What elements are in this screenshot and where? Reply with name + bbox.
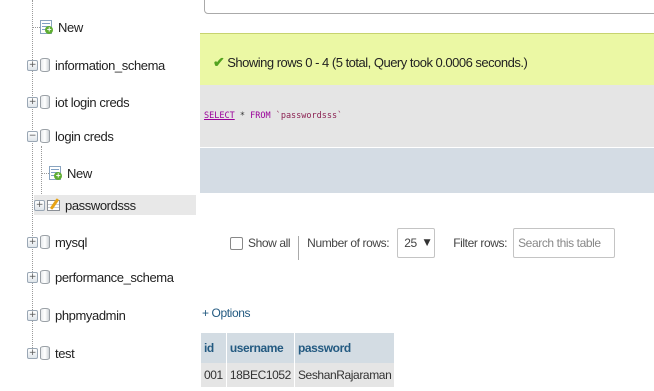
table-navigation-controls: Show all Number of rows: 25 ▼ Filter row… <box>230 228 616 260</box>
tree-item-label: New <box>58 19 83 35</box>
results-table: id username password 001 18BEC1052 Sesha… <box>200 333 395 387</box>
tree-item-passwordsss[interactable]: + passwordsss <box>34 195 196 215</box>
expand-plus-icon[interactable]: + <box>27 236 38 248</box>
sql-star: * <box>239 111 245 121</box>
sql-query-box: SELECT * FROM `passwordsss` <box>200 85 654 147</box>
column-header-id[interactable]: id <box>201 333 226 363</box>
column-header-username[interactable]: username <box>226 333 294 363</box>
sql-keyword-select[interactable]: SELECT <box>204 111 235 121</box>
database-icon <box>40 129 50 143</box>
tree-connector <box>32 0 33 354</box>
tree-item-label: passwordsss <box>65 197 136 213</box>
navigation-tree: + New + information_schema + iot login c… <box>0 0 196 391</box>
tree-item-new-database[interactable]: + New <box>26 17 83 37</box>
tree-item-label: performance_schema <box>55 269 174 285</box>
tree-item-information-schema[interactable]: + information_schema <box>27 55 165 75</box>
expand-plus-icon[interactable]: + <box>27 309 38 321</box>
tree-item-label: New <box>67 165 92 181</box>
tree-item-performance-schema[interactable]: + performance_schema <box>27 267 174 287</box>
cell-username: 18BEC1052 <box>226 363 294 387</box>
new-icon: + <box>40 20 54 34</box>
divider <box>298 236 300 260</box>
database-icon <box>40 346 50 360</box>
expand-plus-icon[interactable]: + <box>27 271 38 283</box>
database-icon <box>40 58 50 72</box>
tree-item-phpmyadmin[interactable]: + phpmyadmin <box>27 305 126 325</box>
database-icon <box>40 270 50 284</box>
tree-item-label: phpmyadmin <box>55 307 126 323</box>
show-all-label[interactable]: Show all <box>248 236 291 250</box>
tree-item-label: iot login creds <box>55 94 130 110</box>
expand-plus-icon[interactable]: + <box>27 59 38 71</box>
rows-count-label: Number of rows: <box>307 236 390 250</box>
table-row[interactable]: 001 18BEC1052 SeshanRajaraman <box>201 363 395 387</box>
tree-item-login-creds[interactable]: − login creds <box>27 126 114 146</box>
success-message-bar: ✔ Showing rows 0 - 4 (5 total, Query too… <box>200 33 654 86</box>
column-header-password[interactable]: password <box>294 333 395 363</box>
cell-password: SeshanRajaraman <box>294 363 395 387</box>
checkmark-icon: ✔ <box>213 54 225 70</box>
table-header-row: id username password <box>201 333 395 363</box>
database-icon <box>40 95 50 109</box>
collapse-minus-icon[interactable]: − <box>27 130 38 142</box>
database-icon <box>40 308 50 322</box>
expand-plus-icon[interactable]: + <box>27 347 38 359</box>
sql-keyword-from: FROM <box>250 111 271 121</box>
tree-item-new-table[interactable]: + New <box>49 163 92 183</box>
tree-item-label: information_schema <box>55 57 165 73</box>
rows-count-select[interactable]: 25 ▼ <box>397 228 436 258</box>
options-link[interactable]: + Options <box>202 306 251 320</box>
filter-rows-input[interactable]: Search this table <box>513 228 616 258</box>
tree-item-label: login creds <box>55 128 114 144</box>
tree-item-label: mysql <box>55 234 87 250</box>
expand-plus-icon[interactable]: + <box>27 96 38 108</box>
tree-item-label: test <box>55 345 75 361</box>
sql-table-identifier: `passwordsss` <box>275 111 343 121</box>
main-content: ✔ Showing rows 0 - 4 (5 total, Query too… <box>200 0 654 391</box>
chevron-down-icon: ▼ <box>423 238 431 248</box>
show-all-checkbox[interactable] <box>230 236 243 250</box>
sql-query[interactable]: SELECT * FROM `passwordsss` <box>204 111 342 121</box>
new-table-icon: + <box>49 166 63 180</box>
rows-count-value: 25 <box>404 236 417 250</box>
database-icon <box>40 235 50 249</box>
cell-id: 001 <box>201 363 226 387</box>
search-placeholder: Search this table <box>518 236 601 250</box>
table-icon <box>47 198 61 212</box>
result-message: ✔ Showing rows 0 - 4 (5 total, Query too… <box>213 54 528 71</box>
result-message-text: Showing rows 0 - 4 (5 total, Query took … <box>227 55 528 70</box>
expand-plus-icon[interactable]: + <box>34 199 45 211</box>
tree-item-mysql[interactable]: + mysql <box>27 232 87 252</box>
top-panel <box>204 0 654 14</box>
query-actions-bar <box>200 148 654 193</box>
filter-rows-label: Filter rows: <box>453 236 508 250</box>
tree-item-iot-login-creds[interactable]: + iot login creds <box>27 92 130 112</box>
tree-item-test[interactable]: + test <box>27 343 75 363</box>
